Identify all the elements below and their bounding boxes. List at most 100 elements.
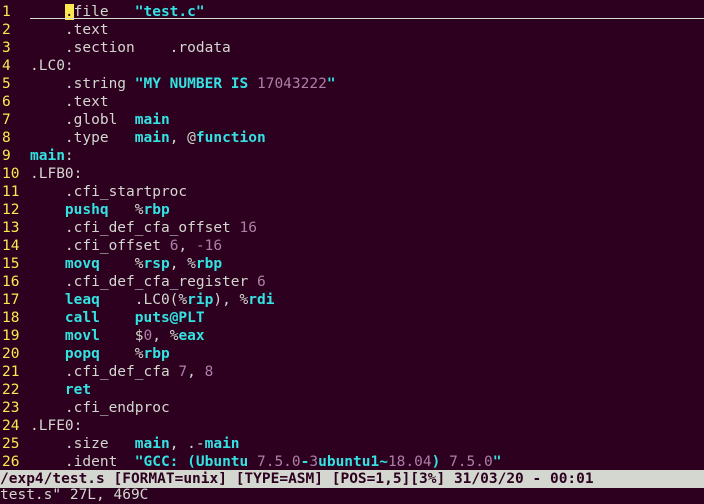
code-line[interactable]: 16 .cfi_def_cfa_register 6 <box>0 273 704 291</box>
code-line[interactable]: 3 .section .rodata <box>0 39 704 57</box>
line-number: 4 <box>2 58 11 74</box>
line-number: 5 <box>2 76 11 92</box>
code-line[interactable]: 22 ret <box>0 381 704 399</box>
code-token: ret <box>64 382 92 398</box>
line-content: movl $0, %eax <box>30 328 205 344</box>
line-number: 13 <box>2 220 20 236</box>
line-content: .globl main <box>30 112 170 128</box>
code-line[interactable]: 21 .cfi_def_cfa 7, 8 <box>0 363 704 381</box>
line-content: .cfi_def_cfa_offset 16 <box>30 220 257 236</box>
line-content: .LFE0: <box>30 418 82 434</box>
code-token: .cfi_endproc <box>30 400 170 416</box>
code-line[interactable]: 13 .cfi_def_cfa_offset 16 <box>0 219 704 237</box>
line-content: leaq .LC0(%rip), %rdi <box>30 292 275 308</box>
code-token: , @ <box>169 130 196 146</box>
line-number: 21 <box>2 364 20 380</box>
terminal-window: 1 .file "test.c" 2 .text 3 .section .rodat… <box>0 0 704 504</box>
code-token: 7.5.0 <box>256 454 301 470</box>
code-line[interactable]: 11 .cfi_startproc <box>0 183 704 201</box>
code-token: .size <box>30 436 135 452</box>
vim-status-line: /exp4/test.s [FORMAT=unix] [TYPE=ASM] [P… <box>0 470 704 488</box>
code-token: -16 <box>195 238 223 254</box>
code-line[interactable]: 9 main: <box>0 147 704 165</box>
line-number: 22 <box>2 382 20 398</box>
line-content: .cfi_endproc <box>30 400 170 416</box>
code-line[interactable]: 24 .LFE0: <box>0 417 704 435</box>
code-token: 3 <box>309 454 319 470</box>
line-content: popq %rbp <box>30 346 170 362</box>
code-line[interactable]: 20 popq %rbp <box>0 345 704 363</box>
line-content: .cfi_offset 6, -16 <box>30 238 222 254</box>
line-content: .cfi_def_cfa 7, 8 <box>30 364 213 380</box>
line-number: 2 <box>2 22 11 38</box>
code-token: Ubuntu <box>195 454 257 470</box>
code-token: " <box>326 76 336 92</box>
code-token: movl <box>64 328 100 344</box>
line-content: .section .rodata <box>30 40 231 56</box>
code-line[interactable]: 5 .string "MY NUMBER IS 17043222" <box>0 75 704 93</box>
code-line[interactable]: 23 .cfi_endproc <box>0 399 704 417</box>
code-line[interactable]: 15 movq %rsp, %rbp <box>0 255 704 273</box>
code-line[interactable]: 4 .LC0: <box>0 57 704 75</box>
line-number: 18 <box>2 310 20 326</box>
line-content: pushq %rbp <box>30 202 170 218</box>
line-content: .cfi_def_cfa_register 6 <box>30 274 266 290</box>
code-token: .text <box>30 94 109 110</box>
line-number: 9 <box>2 148 11 164</box>
code-line[interactable]: 25 .size main, .-main <box>0 435 704 453</box>
line-number: 8 <box>2 130 11 146</box>
line-number: 20 <box>2 346 20 362</box>
code-token: movq <box>64 256 100 272</box>
code-line[interactable]: 12 pushq %rbp <box>0 201 704 219</box>
line-content: ret <box>30 382 91 398</box>
line-number: 25 <box>2 436 20 452</box>
code-line[interactable]: 6 .text <box>0 93 704 111</box>
line-number: 23 <box>2 400 20 416</box>
code-token: , % <box>152 328 179 344</box>
code-line[interactable]: 17 leaq .LC0(%rip), %rdi <box>0 291 704 309</box>
cursor-line-underline <box>30 18 704 19</box>
code-line[interactable]: 19 movl $0, %eax <box>0 327 704 345</box>
code-token: 17043222 <box>256 76 327 92</box>
code-token: leaq <box>64 292 100 308</box>
code-line[interactable]: 26 .ident "GCC: (Ubuntu 7.5.0-3ubuntu1~1… <box>0 453 704 471</box>
code-token: " <box>492 454 502 470</box>
code-token: main <box>134 436 170 452</box>
code-token: 0 <box>143 328 153 344</box>
code-token: : <box>64 148 74 164</box>
code-token: .LC0: <box>30 58 74 74</box>
code-line[interactable]: 7 .globl main <box>0 111 704 129</box>
line-content: call puts@PLT <box>30 310 205 326</box>
code-token: .cfi_startproc <box>30 184 188 200</box>
code-token: rbp <box>143 202 170 218</box>
code-token: .LC0(% <box>99 292 188 308</box>
code-token: 16 <box>239 220 257 236</box>
line-content: movq %rsp, %rbp <box>30 256 222 272</box>
line-number: 19 <box>2 328 20 344</box>
line-content: .string "MY NUMBER IS 17043222" <box>30 76 336 92</box>
code-token: call <box>64 310 100 326</box>
vim-command-line[interactable]: test.s" 27L, 469C <box>0 487 704 504</box>
code-line[interactable]: 18 call puts@PLT <box>0 309 704 327</box>
code-line[interactable]: 2 .text <box>0 21 704 39</box>
line-number: 7 <box>2 112 11 128</box>
line-number: 24 <box>2 418 20 434</box>
line-content: .text <box>30 22 109 38</box>
code-line[interactable]: 10 .LFB0: <box>0 165 704 183</box>
code-token: .LFE0: <box>30 418 83 434</box>
line-content: .ident "GCC: (Ubuntu 7.5.0-3ubuntu1~18.0… <box>30 454 502 470</box>
code-token: , .- <box>169 436 205 452</box>
line-number: 1 <box>2 4 11 20</box>
code-token: main <box>204 436 240 452</box>
line-content: main: <box>30 148 74 164</box>
line-number: 3 <box>2 40 11 56</box>
code-token: rdi <box>248 292 275 308</box>
line-number: 14 <box>2 238 20 254</box>
code-line[interactable]: 8 .type main, @function <box>0 129 704 147</box>
code-line[interactable]: 14 .cfi_offset 6, -16 <box>0 237 704 255</box>
